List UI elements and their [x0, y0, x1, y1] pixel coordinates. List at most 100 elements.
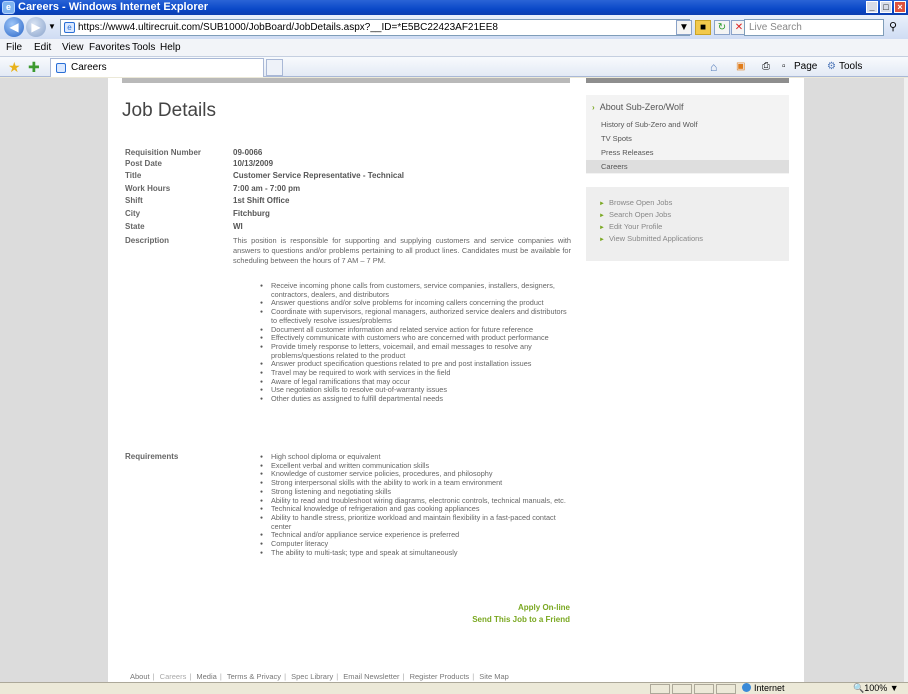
lock-icon[interactable]: ■: [695, 20, 711, 35]
view-applications-link[interactable]: ► View Submitted Applications: [599, 234, 703, 243]
field-label: Requisition Number: [125, 148, 202, 157]
status-cell: [716, 684, 736, 694]
maximize-button[interactable]: □: [880, 1, 892, 13]
job-links-menu: ► Browse Open Jobs ► Search Open Jobs ► Edi…: [586, 187, 789, 261]
print-icon[interactable]: ⎙: [762, 57, 770, 77]
link-label: Search Open Jobs: [608, 210, 672, 219]
requirements-label: Requirements: [125, 452, 179, 461]
duty-item: Other duties as assigned to fulfill depa…: [260, 394, 572, 404]
window-titlebar: e Careers - Windows Internet Explorer _ …: [0, 0, 908, 15]
page-menu[interactable]: Page: [794, 57, 817, 77]
footer-link-register[interactable]: Register Products: [410, 672, 470, 681]
browse-open-jobs-link[interactable]: ► Browse Open Jobs: [599, 198, 672, 207]
arrow-icon: ►: [599, 201, 605, 207]
field-label: City: [125, 209, 141, 218]
link-label: Edit Your Profile: [608, 222, 663, 231]
footer-link-media[interactable]: Media: [196, 672, 216, 681]
globe-icon: [742, 683, 751, 692]
menu-file[interactable]: File: [6, 39, 22, 57]
about-header-label: About Sub-Zero/Wolf: [599, 102, 684, 112]
address-dropdown-icon[interactable]: ▼: [676, 20, 692, 35]
field-label: Work Hours: [125, 184, 171, 193]
duty-item: Coordinate with supervisors, regional ma…: [260, 307, 572, 325]
search-open-jobs-link[interactable]: ► Search Open Jobs: [599, 210, 671, 219]
zoom-value: 100%: [864, 683, 888, 693]
footer-link-terms[interactable]: Terms & Privacy: [227, 672, 281, 681]
sidebar-item-history[interactable]: History of Sub-Zero and Wolf: [601, 120, 698, 129]
requirement-item: Ability to handle stress, prioritize wor…: [260, 513, 572, 531]
tab-careers[interactable]: Careers: [50, 58, 264, 77]
chevron-right-icon: ›: [592, 103, 595, 112]
edit-profile-link[interactable]: ► Edit Your Profile: [599, 222, 662, 231]
header-strip: [122, 78, 570, 83]
arrow-icon: ►: [599, 237, 605, 243]
menu-view[interactable]: View: [62, 39, 84, 57]
favorites-star-icon[interactable]: ★: [8, 58, 21, 76]
sidebar-item-careers[interactable]: Careers: [601, 162, 628, 171]
security-zone[interactable]: Internet: [742, 683, 785, 694]
tab-page-icon: [56, 63, 66, 73]
tools-menu[interactable]: Tools: [839, 57, 862, 77]
feeds-icon[interactable]: ▣: [736, 57, 745, 77]
close-window-button[interactable]: ×: [894, 1, 906, 13]
status-bar: Internet 🔍100% ▼: [0, 682, 908, 694]
sidebar-item-tv-spots[interactable]: TV Spots: [601, 134, 632, 143]
status-cell: [694, 684, 714, 694]
search-icon[interactable]: ⚲: [889, 20, 897, 33]
field-value: 1st Shift Office: [233, 196, 290, 205]
tab-bar: ★ ✚ Careers ⌂ ▣ ⎙ ▫ Page ⚙ Tools: [0, 57, 908, 77]
field-value: 09-0066: [233, 148, 263, 157]
minimize-button[interactable]: _: [866, 1, 878, 13]
menu-bar: File Edit View Favorites Tools Help: [0, 39, 908, 57]
home-icon[interactable]: ⌂: [710, 57, 717, 77]
footer-link-spec-library[interactable]: Spec Library: [291, 672, 333, 681]
zoom-icon: 🔍: [853, 683, 865, 693]
window-title: Careers - Windows Internet Explorer: [18, 1, 209, 13]
live-search-input[interactable]: Live Search: [744, 19, 884, 36]
footer-link-newsletter[interactable]: Email Newsletter: [343, 672, 399, 681]
footer-link-careers[interactable]: Careers: [160, 672, 187, 681]
field-value: 10/13/2009: [233, 159, 274, 168]
job-description: This position is responsible for support…: [233, 236, 571, 265]
sidebar-item-press-releases[interactable]: Press Releases: [601, 148, 654, 157]
tools-gear-icon[interactable]: ⚙: [827, 57, 836, 77]
menu-favorites[interactable]: Favorites: [89, 39, 130, 57]
sidebar-header-strip: [586, 78, 789, 83]
field-value: WI: [233, 222, 243, 231]
forward-button[interactable]: ▶: [26, 17, 46, 37]
field-value: 7:00 am - 7:00 pm: [233, 184, 301, 193]
apply-online-link[interactable]: Apply On-line: [518, 603, 570, 612]
arrow-icon: ►: [599, 213, 605, 219]
duties-list: Receive incoming phone calls from custom…: [260, 281, 572, 404]
address-url: https://www4.ultirecruit.com/SUB1000/Job…: [78, 22, 498, 33]
zoom-level[interactable]: 🔍100% ▼: [853, 683, 899, 694]
page-title: Job Details: [122, 100, 216, 121]
address-toolbar: ◀ ▶ ▼ e https://www4.ultirecruit.com/SUB…: [0, 15, 908, 39]
requirement-item: The ability to multi-task; type and spea…: [260, 548, 572, 558]
field-label: Shift: [125, 196, 143, 205]
footer-link-about[interactable]: About: [130, 672, 150, 681]
new-tab-button[interactable]: [266, 59, 283, 76]
about-header[interactable]: › About Sub-Zero/Wolf: [592, 102, 684, 112]
menu-edit[interactable]: Edit: [34, 39, 51, 57]
add-favorite-icon[interactable]: ✚: [28, 58, 40, 76]
ie-app-icon: e: [2, 1, 15, 14]
zone-label: Internet: [754, 683, 785, 693]
footer-links: About | Careers | Media | Terms & Privacy | …: [130, 672, 509, 681]
careers-page: Job Details Requisition Number 09-0066 P…: [108, 78, 804, 682]
history-dropdown-icon[interactable]: ▼: [48, 22, 56, 31]
link-label: View Submitted Applications: [608, 234, 704, 243]
back-button[interactable]: ◀: [4, 17, 24, 37]
refresh-icon[interactable]: ↻: [714, 20, 730, 35]
field-label: Post Date: [125, 159, 162, 168]
requirements-list: High school diploma or equivalentExcelle…: [260, 452, 572, 558]
vertical-scrollbar[interactable]: [904, 78, 908, 682]
field-label: Description: [125, 236, 170, 245]
page-menu-icon[interactable]: ▫: [782, 57, 786, 77]
menu-tools[interactable]: Tools: [132, 39, 155, 57]
send-to-friend-link[interactable]: Send This Job to a Friend: [472, 615, 570, 624]
menu-help[interactable]: Help: [160, 39, 181, 57]
address-field[interactable]: e https://www4.ultirecruit.com/SUB1000/J…: [60, 19, 690, 36]
footer-link-sitemap[interactable]: Site Map: [479, 672, 509, 681]
about-menu: › About Sub-Zero/Wolf History of Sub-Zer…: [586, 95, 789, 174]
